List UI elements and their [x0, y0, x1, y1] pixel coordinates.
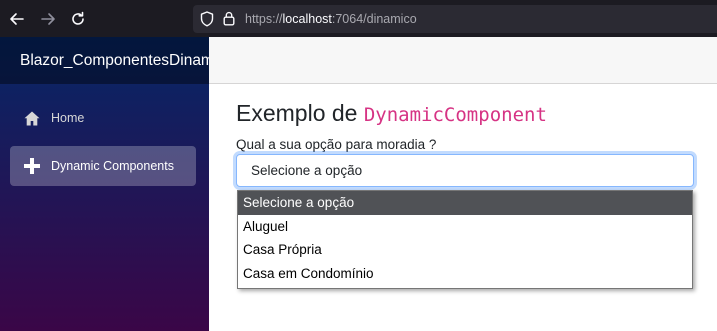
brand-bar: Blazor_ComponentesDinamicos	[0, 37, 209, 84]
home-icon	[23, 109, 41, 127]
reload-icon	[72, 11, 84, 25]
option-casa-propria[interactable]: Casa Própria	[238, 238, 692, 262]
arrow-left-icon	[10, 13, 24, 25]
shield-icon[interactable]	[200, 11, 214, 27]
sidebar: Blazor_ComponentesDinamicos Home Dynamic…	[0, 37, 209, 331]
app-brand-link[interactable]: Blazor_ComponentesDinamicos	[20, 52, 209, 70]
reload-button[interactable]	[67, 8, 89, 30]
url-scheme: https://	[245, 12, 283, 26]
url-text[interactable]: https://localhost:7064/dinamico	[245, 12, 417, 26]
url-host: localhost	[282, 12, 332, 26]
housing-select-value: Selecione a opção	[251, 163, 363, 178]
option-aluguel[interactable]: Aluguel	[238, 215, 692, 239]
top-row	[209, 37, 717, 84]
arrow-right-icon	[41, 13, 55, 25]
address-bar[interactable]: https://localhost:7064/dinamico	[193, 5, 717, 33]
sidebar-item-home[interactable]: Home	[10, 98, 196, 138]
sidebar-item-label: Home	[51, 111, 85, 125]
option-selecione[interactable]: Selecione a opção	[238, 191, 692, 215]
housing-select[interactable]: Selecione a opção	[236, 154, 694, 187]
page-title-text: Exemplo de	[236, 100, 364, 126]
option-casa-condominio[interactable]: Casa em Condomínio	[238, 262, 692, 286]
housing-options-list: Selecione a opção Aluguel Casa Própria C…	[237, 190, 693, 289]
lock-icon[interactable]	[223, 11, 235, 26]
forward-button[interactable]	[37, 8, 59, 30]
sidebar-item-label: Dynamic Components	[51, 159, 174, 173]
url-path: :7064/dinamico	[331, 12, 417, 26]
page-title-code: DynamicComponent	[363, 104, 547, 126]
plus-icon	[23, 157, 41, 175]
browser-toolbar: https://localhost:7064/dinamico	[0, 0, 717, 37]
housing-question-label: Qual a sua opção para moradia ?	[236, 137, 437, 152]
back-button[interactable]	[6, 8, 28, 30]
sidebar-item-dynamic-components[interactable]: Dynamic Components	[10, 146, 196, 186]
page-title: Exemplo de DynamicComponent	[236, 100, 547, 127]
